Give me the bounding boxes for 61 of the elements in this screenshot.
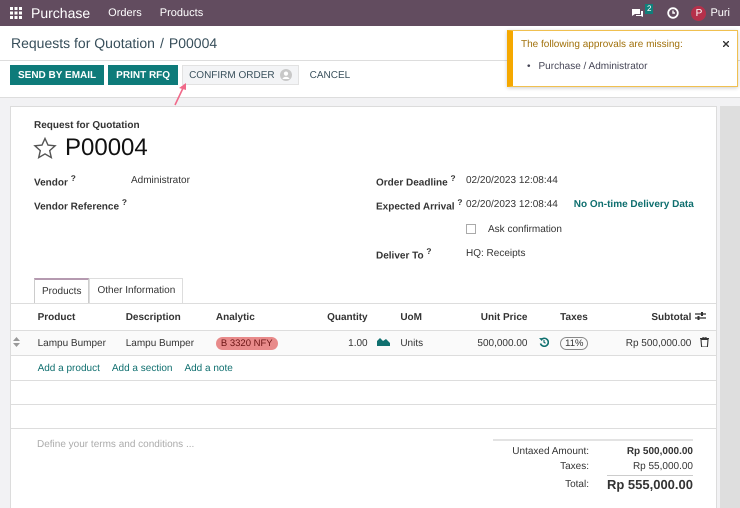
- checkbox[interactable]: [466, 224, 476, 234]
- field-value[interactable]: Administrator: [131, 174, 190, 186]
- total-label: Untaxed Amount:: [511, 446, 589, 457]
- user-avatar[interactable]: P: [691, 6, 706, 20]
- table-cell: 1.00: [306, 330, 370, 356]
- checkbox-label: Ask confirmation: [488, 224, 562, 235]
- breadcrumb-separator: /: [160, 35, 164, 51]
- menu-item[interactable]: Orders: [108, 7, 142, 19]
- action-button[interactable]: SEND BY EMAIL: [10, 65, 104, 85]
- cancel-button[interactable]: CANCEL: [302, 65, 358, 85]
- table-cell: Lampu Bumper: [124, 330, 214, 356]
- total-value: Rp 55,000.00: [632, 461, 693, 472]
- add-line-link[interactable]: Add a product: [38, 362, 100, 374]
- delete-icon[interactable]: [700, 336, 710, 346]
- field-label: Vendor $^{?}$: [34, 172, 77, 188]
- bullet: •: [527, 60, 531, 73]
- breadcrumb-current: P00004: [168, 35, 218, 51]
- column-settings-icon[interactable]: [695, 310, 706, 320]
- analytic-tag: B 3320 NFY: [216, 336, 278, 350]
- drag-handle-icon[interactable]: [13, 336, 20, 346]
- tab[interactable]: Products: [34, 278, 90, 303]
- tax-tag: 11%: [560, 336, 588, 350]
- delivery-status: No On-time Delivery Data: [574, 199, 694, 210]
- clock-icon[interactable]: [667, 7, 680, 19]
- record-title: P00004: [65, 134, 148, 162]
- field-value[interactable]: 02/20/2023 12:08:44: [466, 199, 558, 210]
- breadcrumb-link[interactable]: Requests for Quotation: [11, 35, 155, 51]
- total-label: Total:: [564, 478, 589, 490]
- action-button[interactable]: PRINT RFQ: [108, 65, 178, 85]
- table-cell: Rp 500,000.00: [607, 330, 694, 356]
- total-label: Taxes:: [559, 461, 589, 472]
- action-button[interactable]: CONFIRM ORDER: [182, 65, 299, 85]
- field-label: Order Deadline $^{?}$: [376, 172, 457, 188]
- tab[interactable]: Other Information: [89, 278, 184, 303]
- table-cell: Units: [398, 330, 470, 356]
- reset-icon[interactable]: [538, 336, 549, 346]
- apps-menu-icon[interactable]: [10, 7, 22, 19]
- app-name[interactable]: Purchase: [31, 5, 90, 21]
- field-label: Vendor Reference $^{?}$: [34, 197, 128, 212]
- add-line-link[interactable]: Add a note: [184, 362, 233, 374]
- pointer-arrow: [173, 82, 187, 106]
- table-cell: Lampu Bumper: [36, 330, 124, 356]
- notification-title: The following approvals are missing:: [521, 39, 684, 50]
- total-value: Rp 500,000.00: [626, 446, 693, 457]
- forecast-chart-icon[interactable]: [377, 337, 390, 346]
- field-label: Deliver To $^{?}$: [376, 246, 432, 262]
- star-icon[interactable]: [33, 136, 57, 160]
- table-cell: 500,000.00: [470, 330, 530, 356]
- field-value[interactable]: 02/20/2023 12:08:44: [466, 174, 558, 186]
- user-avatar-icon: [280, 69, 292, 81]
- field-label: Expected Arrival $^{?}$: [376, 197, 464, 212]
- chat-icon[interactable]: [630, 8, 644, 18]
- menu-item[interactable]: Products: [160, 7, 204, 19]
- total-value: Rp 555,000.00: [606, 475, 693, 493]
- user-name[interactable]: Puri: [710, 7, 730, 19]
- close-icon[interactable]: [723, 41, 729, 47]
- notification-item: Purchase / Administrator: [538, 60, 648, 73]
- form-subtitle: Request for Quotation: [34, 120, 141, 131]
- field-value[interactable]: HQ: Receipts: [466, 248, 526, 260]
- add-line-link[interactable]: Add a section: [112, 362, 172, 374]
- message-count-badge: 2: [644, 4, 654, 14]
